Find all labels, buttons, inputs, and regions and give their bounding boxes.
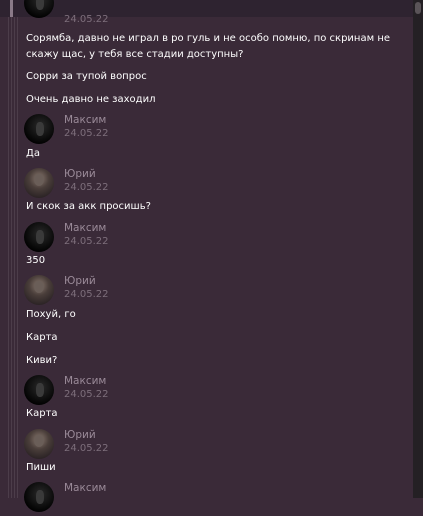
message-date: 24.05.22	[64, 14, 109, 25]
author-name[interactable]: Максим	[64, 482, 106, 494]
message-date: 24.05.22	[64, 389, 109, 400]
message-text: Похуй, го	[26, 309, 76, 320]
message-date: 24.05.22	[64, 182, 109, 193]
thread-guides	[8, 17, 18, 498]
scrollbar[interactable]	[413, 0, 423, 498]
author-name[interactable]: Максим	[64, 375, 106, 387]
avatar[interactable]	[24, 375, 54, 405]
message-text: 350	[26, 255, 46, 266]
message-text: Карта	[26, 332, 58, 343]
thread-line	[11, 17, 12, 498]
message-header: Юрий 24.05.22	[22, 429, 222, 463]
author-name[interactable]: Максим	[64, 222, 106, 234]
scrollbar-thumb[interactable]	[415, 2, 421, 14]
message-text: Да	[26, 148, 40, 159]
message-header: Максим 24.05.22	[22, 222, 222, 256]
message-date: 24.05.22	[64, 236, 109, 247]
message-date: 24.05.22	[64, 443, 109, 454]
avatar[interactable]	[24, 168, 54, 198]
thread-line	[17, 17, 18, 498]
message-header: Максим	[22, 482, 222, 516]
message-header: Максим 24.05.22	[22, 375, 222, 409]
chat-log: 24.05.22 Сорямба, давно не играл в ро гу…	[22, 0, 412, 512]
author-name[interactable]: Юрий	[64, 275, 96, 287]
message-text: Карта	[26, 408, 58, 419]
message-header: Максим 24.05.22	[22, 114, 222, 148]
avatar[interactable]	[24, 429, 54, 459]
message-text: Сорри за тупой вопрос	[26, 71, 147, 82]
scroll-marker	[10, 0, 13, 17]
message-date: 24.05.22	[64, 289, 109, 300]
author-name[interactable]: Юрий	[64, 429, 96, 441]
author-name[interactable]: Юрий	[64, 168, 96, 180]
thread-line	[14, 17, 15, 498]
message-text: Очень давно не заходил	[26, 94, 156, 105]
message-text: Киви?	[26, 355, 58, 366]
author-name[interactable]: Максим	[64, 114, 106, 126]
avatar[interactable]	[24, 114, 54, 144]
message-text: И скок за акк просишь?	[26, 201, 151, 212]
thread-line	[8, 17, 9, 498]
message-text: Сорямба, давно не играл в ро гуль и не о…	[26, 33, 391, 60]
avatar[interactable]	[24, 222, 54, 252]
avatar[interactable]	[24, 275, 54, 305]
message-text: Пиши	[26, 462, 56, 473]
message-header: 24.05.22	[22, 0, 222, 25]
message-date: 24.05.22	[64, 128, 109, 139]
message-header: Юрий 24.05.22	[22, 275, 222, 309]
message-header: Юрий 24.05.22	[22, 168, 222, 202]
avatar[interactable]	[24, 0, 54, 18]
avatar[interactable]	[24, 482, 54, 512]
